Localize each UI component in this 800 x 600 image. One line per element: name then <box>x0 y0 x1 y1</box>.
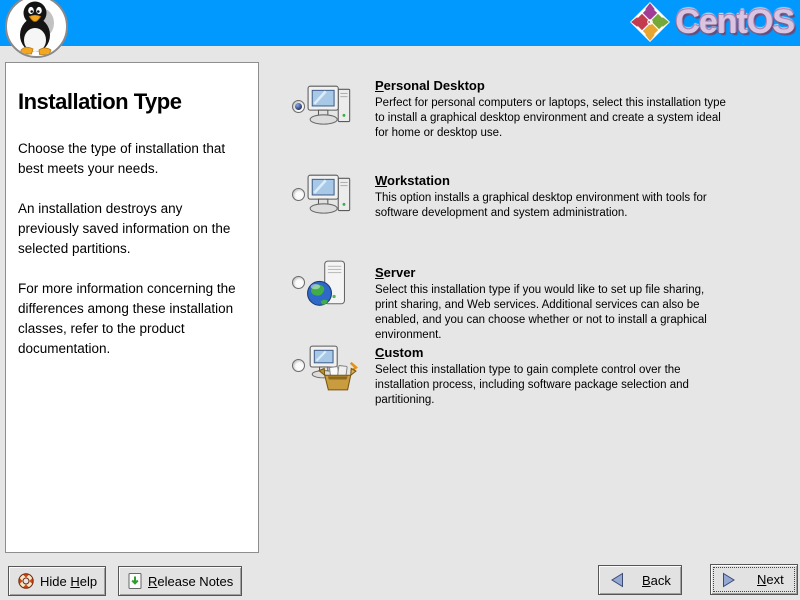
install-option-personal-desktop[interactable]: Personal Desktop Perfect for personal co… <box>290 76 738 168</box>
help-paragraph: An installation destroys any previously … <box>18 199 246 259</box>
install-option-workstation[interactable]: Workstation This option installs a graph… <box>290 171 738 251</box>
radio-personal-desktop[interactable] <box>292 100 305 113</box>
back-label: Back <box>642 573 671 588</box>
release-notes-icon <box>127 572 143 590</box>
desktop-computer-icon <box>306 84 358 136</box>
option-description: This option installs a graphical desktop… <box>375 191 727 221</box>
centos-star-icon <box>630 2 670 42</box>
option-title: Workstation <box>375 173 738 188</box>
install-option-custom[interactable]: Custom Select this installation type to … <box>290 343 738 423</box>
workstation-computer-icon <box>306 173 358 225</box>
help-paragraph: Choose the type of installation that bes… <box>18 139 246 179</box>
brand-logo: CentOS <box>630 2 794 42</box>
release-notes-label: Release Notes <box>148 574 233 589</box>
install-option-server[interactable]: Server Select this installation type if … <box>290 263 738 353</box>
option-title: Custom <box>375 345 738 360</box>
hide-help-label: Hide Help <box>40 574 97 589</box>
help-panel: Installation Type Choose the type of ins… <box>5 62 259 553</box>
option-title: Personal Desktop <box>375 78 738 93</box>
back-button[interactable]: Back <box>598 565 682 595</box>
radio-server[interactable] <box>292 276 305 289</box>
tux-penguin-icon <box>12 0 62 55</box>
radio-custom[interactable] <box>292 359 305 372</box>
release-notes-button[interactable]: Release Notes <box>118 566 242 596</box>
back-arrow-icon <box>610 572 624 588</box>
option-description: Select this installation type to gain co… <box>375 363 727 408</box>
next-label: Next <box>757 572 784 587</box>
option-title: Server <box>375 265 738 280</box>
life-preserver-icon <box>17 572 35 590</box>
option-description: Select this installation type if you wou… <box>375 283 727 343</box>
option-description: Perfect for personal computers or laptop… <box>375 96 727 141</box>
hide-help-button[interactable]: Hide Help <box>8 566 106 596</box>
next-button[interactable]: Next <box>710 564 798 595</box>
server-globe-icon <box>306 258 358 310</box>
custom-package-box-icon <box>306 344 358 396</box>
radio-workstation[interactable] <box>292 188 305 201</box>
tux-logo <box>5 0 68 58</box>
next-arrow-icon <box>722 572 736 588</box>
page-title: Installation Type <box>18 89 246 115</box>
brand-title: CentOS <box>675 3 794 42</box>
help-paragraph: For more information concerning the diff… <box>18 279 246 359</box>
